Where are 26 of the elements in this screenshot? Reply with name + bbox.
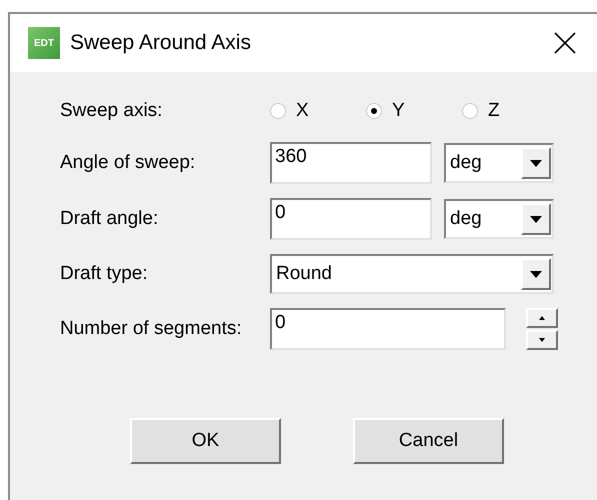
radio-option[interactable]: Y xyxy=(366,100,462,122)
spin-up-button[interactable] xyxy=(526,308,558,328)
close-icon xyxy=(554,32,576,54)
dropdown-arrow-icon xyxy=(530,160,542,166)
input-field[interactable]: 0 xyxy=(270,198,432,240)
dropdown-arrow-icon xyxy=(530,216,542,222)
down-arrow-icon xyxy=(539,338,545,342)
input-field[interactable]: 0 xyxy=(270,308,506,350)
spin-down-button[interactable] xyxy=(526,330,558,350)
field-label: Sweep axis: xyxy=(60,100,164,122)
field-label: Number of segments: xyxy=(60,318,243,340)
unit-dropdown[interactable]: deg xyxy=(444,199,554,239)
unit-dropdown[interactable]: deg xyxy=(444,143,554,183)
field-label: Draft type: xyxy=(60,263,149,285)
window-title: Sweep Around Axis xyxy=(70,31,252,55)
dropdown-arrow-icon xyxy=(530,270,542,278)
input-field[interactable]: 360 xyxy=(270,142,432,184)
field-label: Angle of sweep: xyxy=(60,152,196,174)
up-arrow-icon xyxy=(539,316,545,320)
field-label: Draft angle: xyxy=(60,208,160,230)
radio-option[interactable]: X xyxy=(270,100,366,122)
dialog-button[interactable]: Cancel xyxy=(353,418,504,464)
radio-option[interactable]: Z xyxy=(462,100,558,122)
dropdown[interactable]: Round xyxy=(270,254,554,294)
app-logo: EDT xyxy=(28,27,60,59)
dialog-button[interactable]: OK xyxy=(130,418,281,464)
